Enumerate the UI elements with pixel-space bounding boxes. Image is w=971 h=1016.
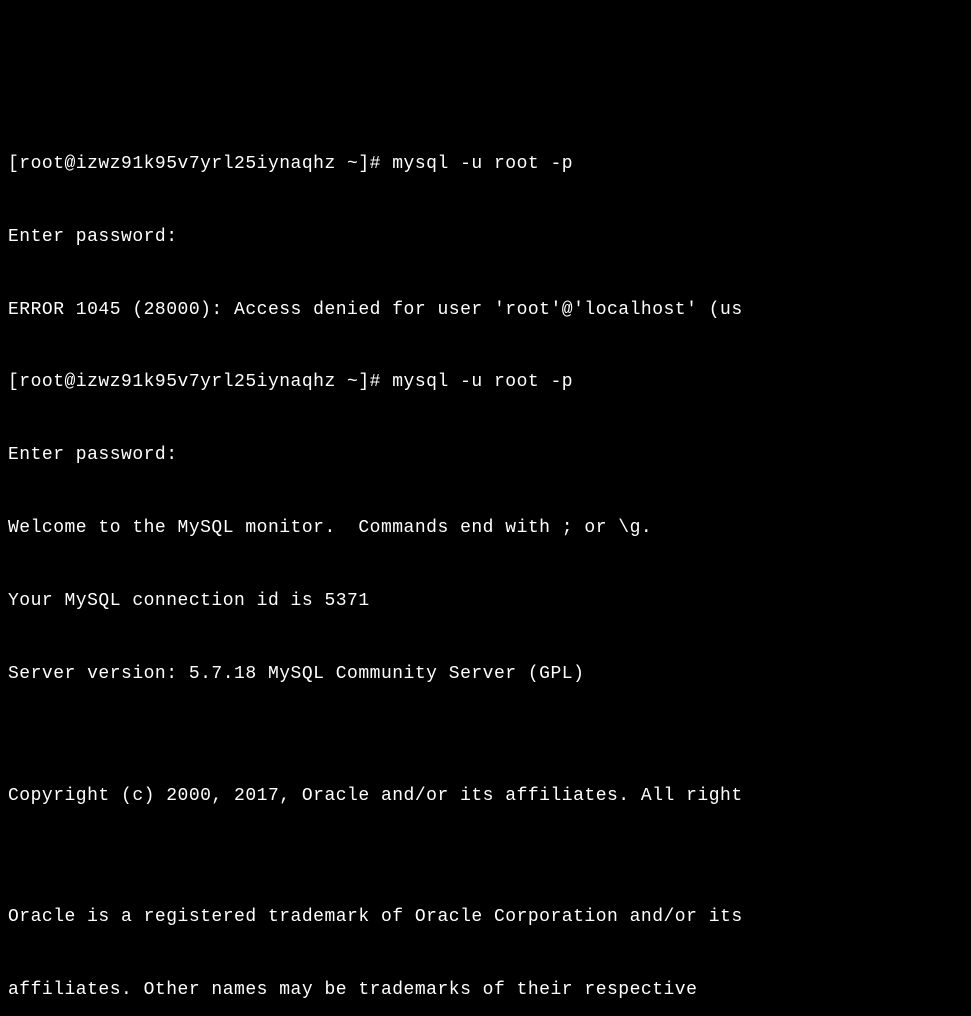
terminal-output: [root@izwz91k95v7yrl25iynaqhz ~]# mysql … <box>8 103 963 1016</box>
terminal-line: [root@izwz91k95v7yrl25iynaqhz ~]# mysql … <box>8 370 963 394</box>
terminal-line: Oracle is a registered trademark of Orac… <box>8 905 963 929</box>
terminal-line: Enter password: <box>8 443 963 467</box>
terminal-line: Welcome to the MySQL monitor. Commands e… <box>8 516 963 540</box>
terminal-line: Server version: 5.7.18 MySQL Community S… <box>8 662 963 686</box>
terminal-line: ERROR 1045 (28000): Access denied for us… <box>8 298 963 322</box>
terminal-line: Your MySQL connection id is 5371 <box>8 589 963 613</box>
terminal-line: [root@izwz91k95v7yrl25iynaqhz ~]# mysql … <box>8 152 963 176</box>
terminal-line: Enter password: <box>8 225 963 249</box>
terminal-line: affiliates. Other names may be trademark… <box>8 978 963 1002</box>
terminal-line: Copyright (c) 2000, 2017, Oracle and/or … <box>8 784 963 808</box>
